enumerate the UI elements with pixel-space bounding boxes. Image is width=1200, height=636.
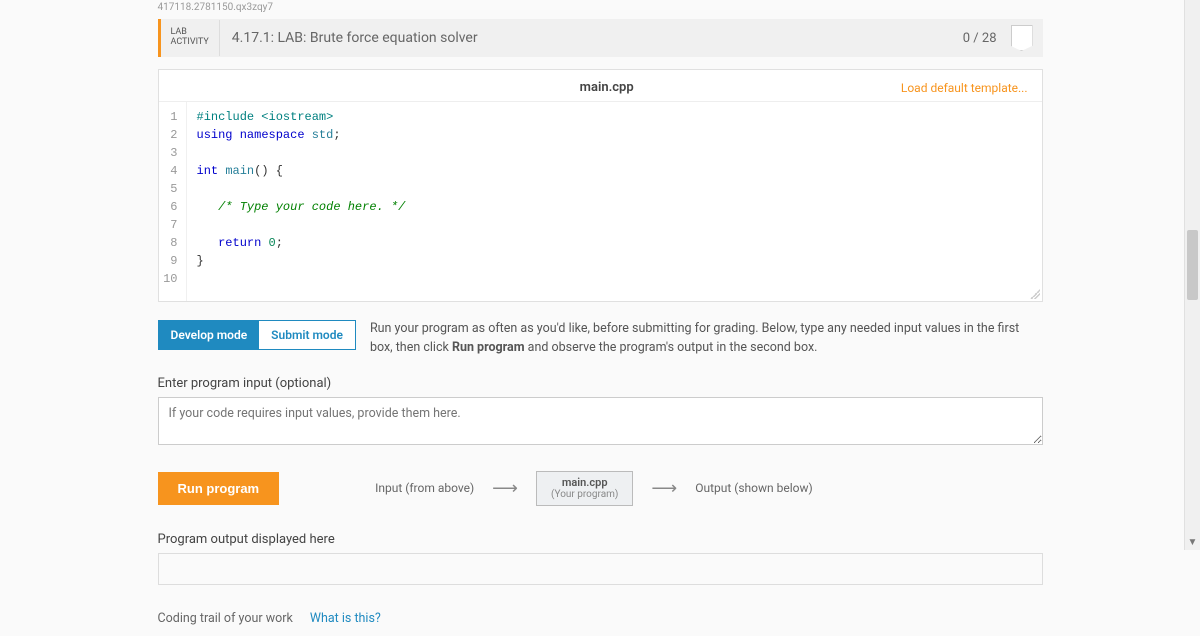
submit-mode-tab[interactable]: Submit mode: [259, 321, 355, 349]
arrow-right-icon: ⟶: [651, 478, 677, 499]
line-number-gutter: 12345678910: [159, 102, 187, 301]
what-is-this-link[interactable]: What is this?: [310, 611, 381, 626]
program-input-label: Enter program input (optional): [158, 376, 1043, 391]
page-scrollbar[interactable]: ▼: [1184, 0, 1200, 550]
lab-header: LAB ACTIVITY 4.17.1: LAB: Brute force eq…: [158, 19, 1043, 57]
flow-input-label: Input (from above): [375, 481, 474, 495]
run-program-button[interactable]: Run program: [158, 472, 280, 505]
program-output-label: Program output displayed here: [158, 532, 1043, 547]
lab-activity-label: LAB ACTIVITY: [161, 20, 219, 56]
develop-mode-tab[interactable]: Develop mode: [159, 321, 260, 349]
program-output: [158, 553, 1043, 585]
program-box: main.cpp (Your program): [536, 471, 633, 506]
load-default-template-link[interactable]: Load default template...: [901, 81, 1028, 95]
arrow-right-icon: ⟶: [492, 478, 518, 499]
resize-handle-icon[interactable]: [1030, 289, 1040, 299]
scrollbar-thumb[interactable]: [1187, 230, 1198, 300]
code-content[interactable]: #include <iostream> using namespace std;…: [187, 102, 1042, 301]
scroll-down-icon[interactable]: ▼: [1185, 537, 1200, 548]
editor-filename: main.cpp: [313, 80, 901, 95]
code-editor-panel: main.cpp Load default template... 123456…: [158, 69, 1043, 302]
mode-help-text: Run your program as often as you'd like,…: [370, 320, 1043, 358]
lab-title: 4.17.1: LAB: Brute force equation solver: [219, 20, 953, 56]
code-editor[interactable]: 12345678910 #include <iostream> using na…: [159, 101, 1042, 301]
lab-score: 0 / 28: [953, 31, 1007, 46]
breadcrumb: 417118.2781150.qx3zqy7: [158, 0, 1043, 19]
program-input[interactable]: [158, 397, 1043, 445]
score-badge-icon: [1011, 25, 1033, 51]
mode-tabs: Develop mode Submit mode: [158, 320, 356, 350]
coding-trail-label: Coding trail of your work: [158, 611, 293, 626]
flow-output-label: Output (shown below): [695, 481, 813, 495]
